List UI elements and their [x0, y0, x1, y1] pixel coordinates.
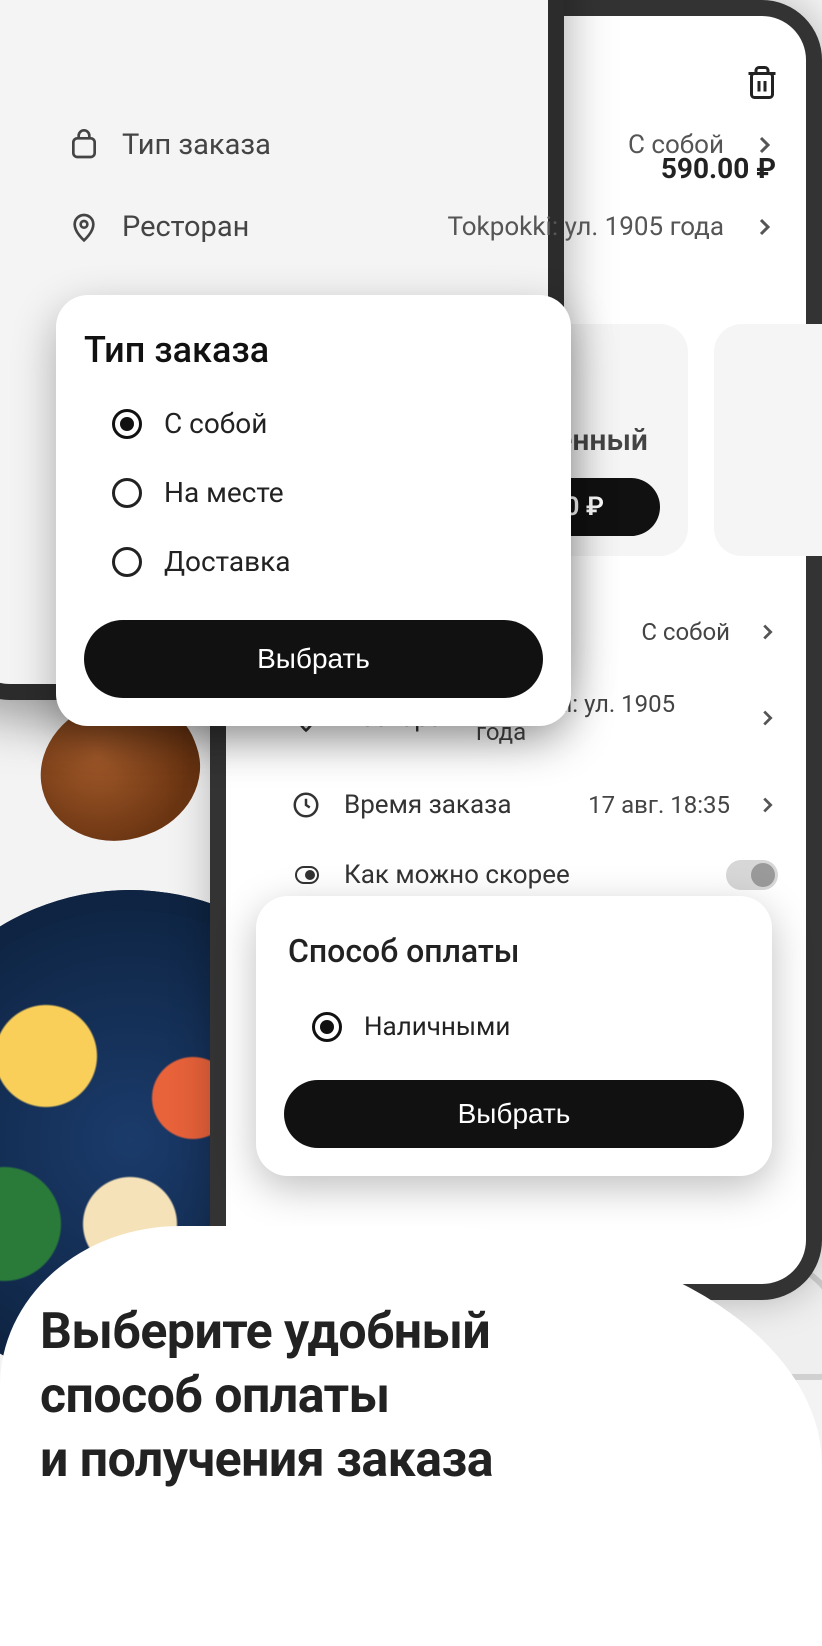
chevron-right-icon — [756, 707, 778, 729]
select-button[interactable]: Выбрать — [284, 1080, 744, 1148]
promo-headline: Выберите удобный способ оплаты и получен… — [40, 1300, 782, 1492]
radio-unchecked-icon — [112, 547, 142, 577]
chevron-right-icon — [756, 621, 778, 643]
option-label: Доставка — [164, 545, 291, 578]
headline-line: и получения заказа — [40, 1431, 493, 1489]
order-type-option-takeaway[interactable]: С собой — [84, 389, 543, 458]
row-label: Ресторан — [122, 210, 249, 244]
order-type-modal: Тип заказа С собой На месте Доставка Выб… — [56, 295, 571, 726]
citrus-deco — [65, 887, 215, 1044]
row-value: 17 авг. 18:35 — [588, 791, 730, 819]
fg-settings-list: Тип заказа С собой Ресторан Tokpokki: ул… — [62, 104, 782, 268]
chevron-right-icon — [752, 215, 776, 239]
trash-icon[interactable] — [744, 64, 780, 104]
product-card-next[interactable] — [714, 324, 822, 556]
chevron-right-icon — [752, 133, 776, 157]
row-order-time[interactable]: Время заказа 17 авг. 18:35 — [272, 768, 792, 842]
chevron-right-icon — [756, 794, 778, 816]
headline-line: Выберите удобный — [40, 1303, 490, 1361]
order-type-option-onsite[interactable]: На месте — [84, 458, 543, 527]
option-label: С собой — [164, 407, 267, 440]
row-restaurant[interactable]: Ресторан Tokpokki: ул. 1905 года — [62, 186, 782, 268]
row-label: Время заказа — [344, 790, 511, 820]
order-type-option-delivery[interactable]: Доставка — [84, 527, 543, 596]
payment-option-cash[interactable]: Наличными — [284, 998, 744, 1056]
radio-checked-icon — [312, 1012, 342, 1042]
row-value: С собой — [628, 130, 724, 160]
modal-title: Тип заказа — [84, 329, 543, 371]
clock-icon — [286, 790, 326, 820]
asap-toggle[interactable] — [726, 860, 778, 890]
row-label: Как можно скорее — [344, 860, 570, 890]
row-value: Tokpokki: ул. 1905 года — [447, 212, 724, 242]
speed-icon — [286, 863, 326, 887]
row-value: С собой — [641, 618, 730, 646]
headline-line: способ оплаты — [40, 1367, 390, 1425]
select-button[interactable]: Выбрать — [84, 620, 543, 698]
payment-method-modal: Способ оплаты Наличными Выбрать — [256, 896, 772, 1176]
option-label: Наличными — [364, 1012, 510, 1042]
option-label: На месте — [164, 476, 284, 509]
bag-icon — [68, 129, 100, 161]
pin-icon — [68, 211, 100, 243]
row-order-type[interactable]: Тип заказа С собой — [62, 104, 782, 186]
modal-title: Способ оплаты — [284, 932, 744, 970]
radio-unchecked-icon — [112, 478, 142, 508]
row-label: Тип заказа — [122, 128, 271, 162]
radio-checked-icon — [112, 409, 142, 439]
